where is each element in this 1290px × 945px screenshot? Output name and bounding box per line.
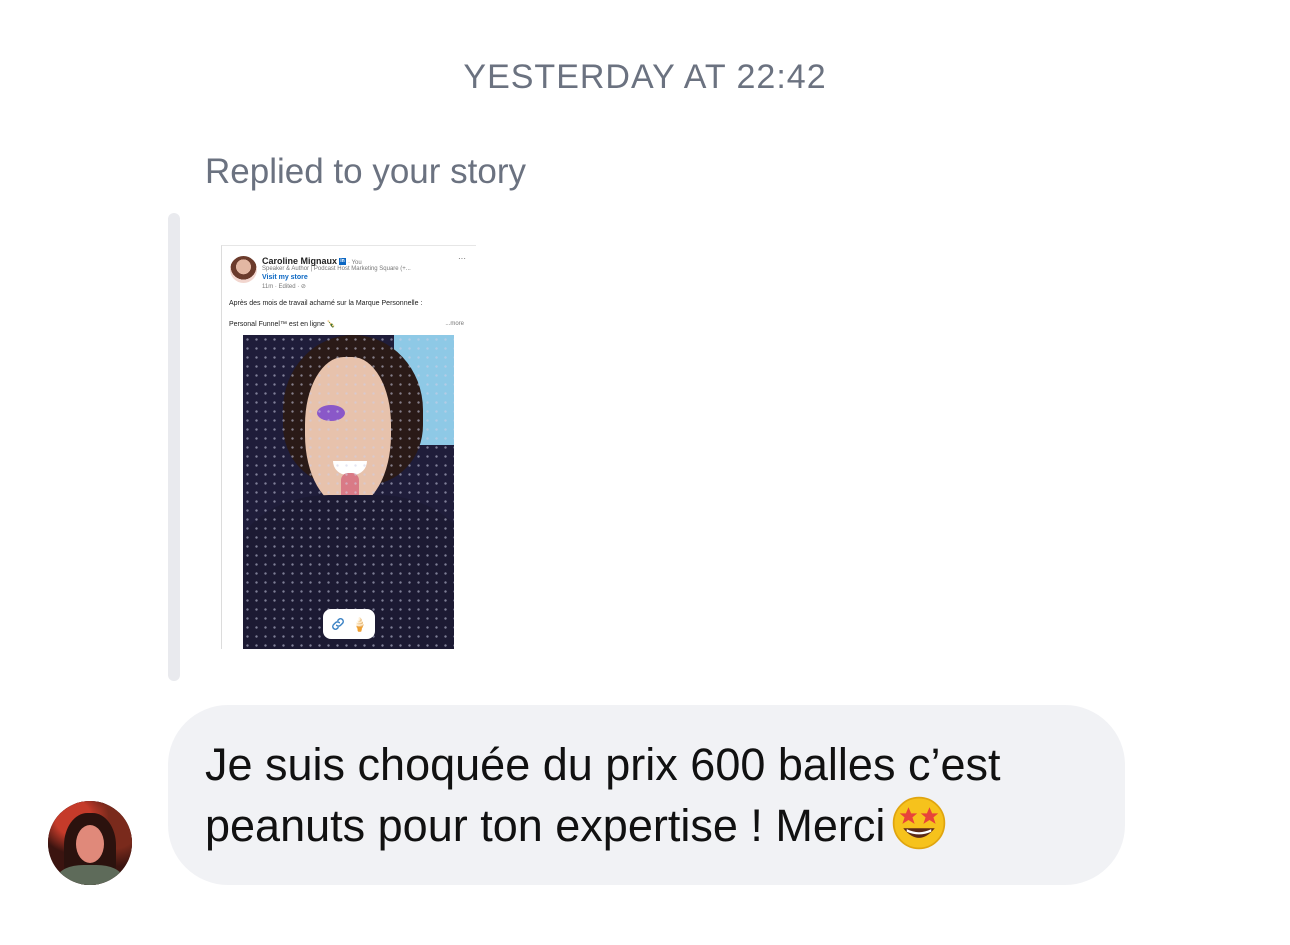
message-text: Je suis choquée du prix 600 balles c’est…	[205, 735, 1105, 856]
message-bubble[interactable]: Je suis choquée du prix 600 balles c’est…	[168, 705, 1125, 885]
photo-glitter	[317, 405, 345, 421]
story-photo: 🍦	[243, 335, 454, 649]
link-icon	[331, 618, 344, 630]
story-post-text-line-1: Après des mois de travail acharné sur la…	[229, 300, 423, 307]
message-timestamp: YESTERDAY AT 22:42	[463, 58, 827, 96]
avatar-shirt	[58, 865, 122, 885]
story-author-name: Caroline Mignaux in · You	[262, 256, 362, 266]
more-options-icon: ···	[458, 254, 466, 263]
story-post-text-line-2: Personal Funnel™ est en ligne 🍾	[229, 321, 336, 328]
story-author-headline: Speaker & Author | Podcast Host Marketin…	[262, 266, 411, 272]
star-struck-emoji-icon	[893, 796, 946, 850]
story-author-avatar	[230, 256, 257, 283]
story-post-meta: 11m · Edited · ⊘	[262, 284, 306, 290]
replied-to-story-label: Replied to your story	[205, 152, 526, 191]
visit-store-link: Visit my store	[262, 274, 308, 281]
avatar-face	[76, 825, 104, 863]
reply-indicator-bar	[168, 213, 180, 681]
story-author-name-text: Caroline Mignaux	[262, 256, 338, 266]
linkedin-icon: in	[339, 258, 347, 266]
story-sticker-pill: 🍦	[323, 609, 375, 639]
sender-avatar[interactable]	[48, 801, 132, 885]
story-preview[interactable]: Caroline Mignaux in · You ··· Speaker & Au…	[221, 245, 476, 649]
message-text-content: Je suis choquée du prix 600 balles c’est…	[205, 739, 1001, 851]
ice-cream-icon: 🍦	[351, 616, 369, 632]
see-more-link: ...more	[445, 321, 464, 327]
